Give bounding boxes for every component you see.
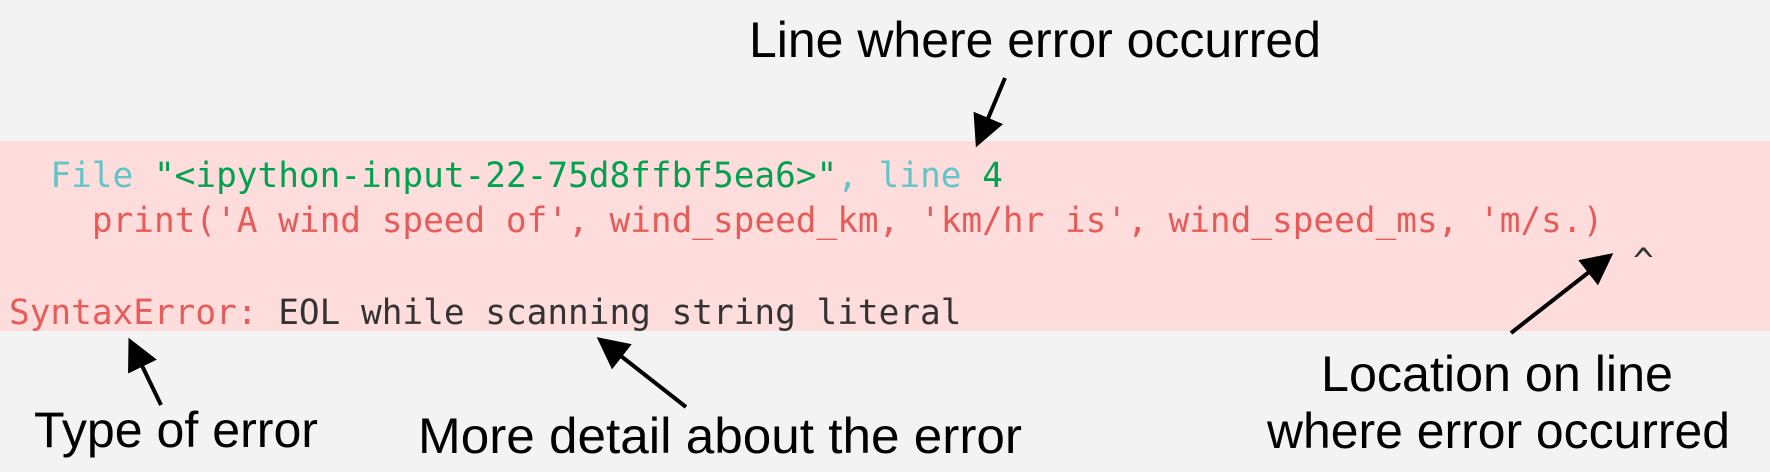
line-annotation-arrow — [973, 77, 1007, 148]
detail-annotation-arrow — [596, 337, 688, 409]
annotations: Line where error occurred Type of error … — [34, 12, 1730, 464]
location-annotation-label-1: Location on line — [1321, 346, 1673, 402]
location-annotation-label-2: where error occurred — [1266, 403, 1730, 459]
detail-annotation-label: More detail about the error — [418, 408, 1022, 464]
line-annotation-label: Line where error occurred — [749, 12, 1321, 68]
location-annotation-arrow — [1509, 253, 1614, 335]
type-annotation-label: Type of error — [34, 402, 318, 458]
type-annotation-arrow — [128, 337, 163, 406]
